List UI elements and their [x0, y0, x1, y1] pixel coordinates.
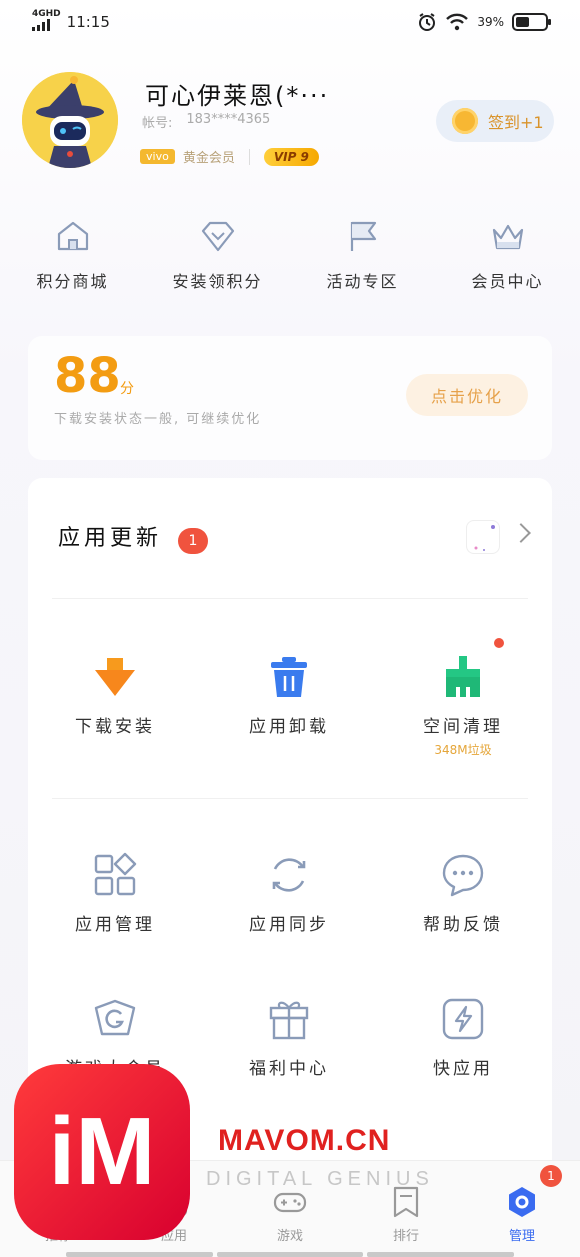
tools-row: 下载安装 应用卸载 空间清理 348M垃圾 [28, 638, 552, 758]
chevron-right-icon[interactable] [511, 523, 531, 543]
tool-label: 应用管理 [75, 915, 155, 935]
tool-label: 空间清理 [423, 717, 503, 737]
quick-item-label: 会员中心 [471, 272, 544, 291]
quick-item-activities[interactable]: 活动专区 [290, 218, 435, 292]
signal-indicator: 4GHD [32, 10, 61, 31]
broom-icon [446, 656, 480, 697]
battery-icon [512, 13, 551, 31]
tool-welfare-center[interactable]: 福利中心 [202, 996, 376, 1079]
battery-percent: 39% [477, 15, 504, 29]
score-value: 88 [54, 348, 121, 404]
tool-label: 下载安装 [75, 717, 155, 737]
tool-app-manage[interactable]: 应用管理 [28, 852, 202, 935]
account-info: 帐号: 183****4365 [142, 112, 270, 131]
quick-menu: 积分商城 安装领积分 活动专区 会员中心 [0, 218, 580, 292]
gift-icon [269, 1001, 309, 1040]
alarm-icon [419, 13, 436, 31]
app-update-title[interactable]: 应用更新 [58, 520, 162, 552]
signal-bars-icon [32, 19, 50, 31]
divider [52, 598, 528, 599]
score-unit: 分 [120, 381, 134, 397]
quick-item-label: 活动专区 [326, 272, 399, 291]
lightning-icon [442, 998, 484, 1040]
tool-quick-app[interactable]: 快应用 [376, 996, 550, 1079]
vip-badge[interactable]: VIP 9 [263, 147, 319, 166]
quick-item-member-center[interactable]: 会员中心 [435, 218, 580, 292]
update-app-thumbnail [466, 520, 500, 554]
sync-icon [272, 858, 306, 892]
network-type: 4GHD [32, 9, 61, 19]
nav-label: 管理 [508, 1229, 535, 1244]
home-indicator [66, 1252, 515, 1257]
crown-icon [492, 224, 523, 250]
tool-app-sync[interactable]: 应用同步 [202, 852, 376, 935]
apps-grid-icon [94, 852, 137, 896]
update-count-badge: 1 [178, 528, 208, 554]
member-badges: vivo 黄金会员 VIP 9 [140, 147, 319, 166]
watermark-site: MAVOM.CN [218, 1124, 391, 1157]
divider [52, 798, 528, 799]
wizard-avatar-icon [22, 72, 118, 168]
clock: 11:15 [66, 13, 110, 31]
optimize-button[interactable]: 点击优化 [406, 374, 528, 416]
manage-icon [509, 1187, 535, 1217]
score-card: 88 分 下载安装状态一般, 可继续优化 点击优化 [28, 336, 552, 460]
tool-uninstall[interactable]: 应用卸载 [202, 654, 376, 758]
quick-item-label: 积分商城 [36, 272, 109, 291]
account-label: 帐号: [142, 116, 173, 131]
notification-dot [494, 638, 504, 648]
nav-label: 排行 [392, 1229, 419, 1244]
app-thumbnail-icon [474, 525, 495, 551]
nav-badge: 1 [540, 1165, 562, 1187]
tool-label: 应用卸载 [249, 717, 329, 737]
tool-label: 福利中心 [249, 1059, 329, 1079]
account-value: 183****4365 [186, 112, 271, 127]
quick-item-install-points[interactable]: 安装领积分 [145, 218, 290, 292]
checkin-label: 签到+1 [488, 113, 544, 132]
tool-label: 帮助反馈 [423, 915, 503, 935]
badge-divider [248, 148, 250, 165]
quick-item-points-mall[interactable]: 积分商城 [0, 218, 145, 292]
tool-help-feedback[interactable]: 帮助反馈 [376, 852, 550, 935]
vivo-badge: vivo [140, 149, 175, 164]
tool-label: 应用同步 [249, 915, 329, 935]
junk-size: 348M垃圾 [434, 743, 492, 757]
nav-label: 游戏 [276, 1229, 303, 1244]
checkin-button[interactable]: 签到+1 [436, 100, 554, 142]
status-bar: 4GHD 11:15 39% [0, 0, 580, 44]
trash-icon [271, 657, 307, 697]
tool-label: 快应用 [433, 1059, 493, 1079]
tools-row: 应用管理 应用同步 帮助反馈 [28, 852, 552, 935]
download-icon [95, 658, 135, 696]
house-icon [57, 221, 88, 251]
watermark-tagline: DIGITAL GENIUS [206, 1168, 434, 1190]
flag-icon [350, 221, 376, 251]
wifi-icon [446, 13, 469, 31]
avatar[interactable] [22, 72, 118, 168]
diamond-icon [201, 221, 234, 252]
score-description: 下载安装状态一般, 可继续优化 [54, 412, 262, 427]
game-shield-icon [94, 999, 136, 1036]
tool-download-install[interactable]: 下载安装 [28, 654, 202, 758]
coin-icon [452, 108, 478, 134]
username: 可心伊莱恩(*··· [145, 82, 330, 110]
watermark-logo: iM [14, 1064, 190, 1240]
nav-manage[interactable]: 1 管理 [464, 1161, 580, 1257]
member-level: 黄金会员 [182, 151, 235, 166]
chat-bubble-icon [442, 854, 484, 897]
quick-item-label: 安装领积分 [172, 272, 263, 291]
tool-space-clean[interactable]: 空间清理 348M垃圾 [376, 638, 550, 758]
